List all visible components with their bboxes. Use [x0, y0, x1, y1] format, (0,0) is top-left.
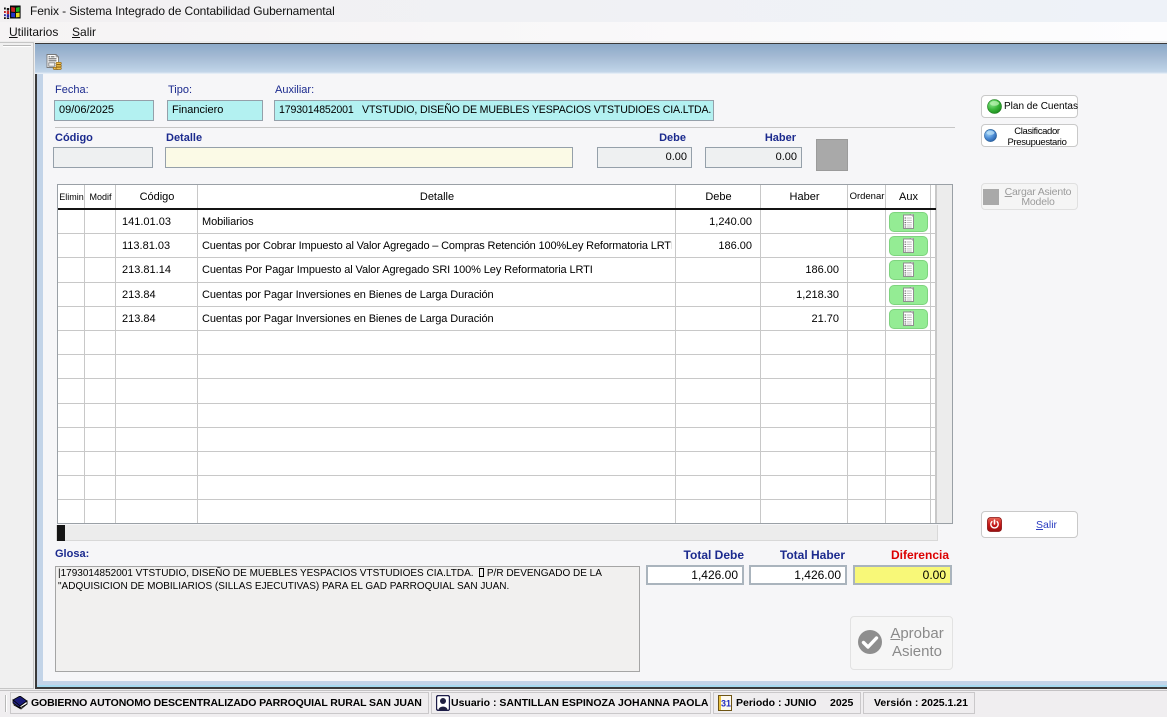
svg-text:31: 31	[721, 699, 731, 709]
